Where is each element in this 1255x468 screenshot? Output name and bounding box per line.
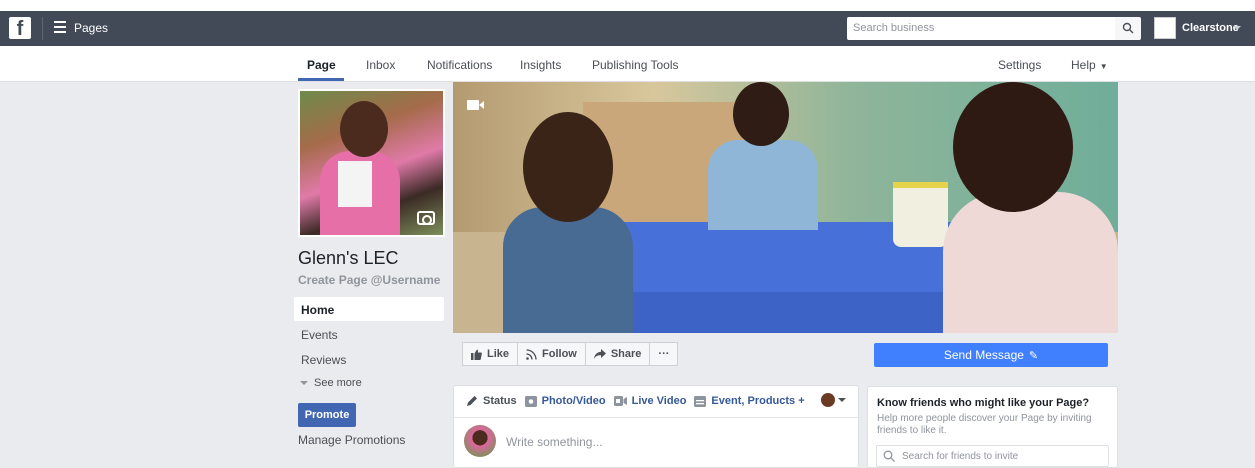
- event-products-label: Event, Products +: [711, 395, 805, 407]
- help-label: Help: [1071, 58, 1096, 72]
- divider: [42, 17, 43, 40]
- avatar: [464, 425, 496, 457]
- tab-publishing-tools[interactable]: Publishing Tools: [592, 58, 679, 72]
- see-more-link[interactable]: See more: [300, 377, 362, 389]
- pencil-icon: ✎: [1028, 350, 1039, 362]
- chevron-down-icon[interactable]: [1233, 26, 1241, 30]
- more-icon: ···: [658, 348, 670, 360]
- post-composer: Status Photo/Video Live Video Event, Pro…: [453, 385, 859, 468]
- rss-icon: [526, 348, 537, 360]
- search-icon: [1122, 22, 1134, 34]
- composer-tab-photo-video[interactable]: Photo/Video: [524, 395, 606, 407]
- top-frame: [0, 0, 1255, 11]
- pages-menu-link[interactable]: Pages: [74, 21, 108, 35]
- share-arrow-icon: [593, 349, 606, 359]
- search-business-input[interactable]: Search business: [847, 17, 1115, 40]
- sidebar-item-reviews[interactable]: Reviews: [294, 347, 444, 371]
- composer-tab-live-video[interactable]: Live Video: [613, 395, 687, 407]
- page-title[interactable]: Glenn's LEC: [298, 248, 399, 269]
- calendar-icon: [694, 395, 707, 407]
- help-menu[interactable]: Help ▼: [1071, 58, 1108, 72]
- user-avatar[interactable]: [1154, 17, 1176, 39]
- user-name-link[interactable]: Clearstone: [1182, 22, 1239, 34]
- chevron-down-icon: [300, 381, 308, 386]
- top-bar: f Pages Search business Clearstone: [0, 11, 1255, 46]
- follow-button[interactable]: Follow: [517, 342, 586, 366]
- tab-page[interactable]: Page: [307, 58, 336, 72]
- video-camera-icon[interactable]: [467, 100, 484, 110]
- invite-search-input[interactable]: Search for friends to invite: [876, 445, 1109, 467]
- profile-picture[interactable]: [298, 89, 445, 237]
- profile-photo-content: [338, 161, 372, 207]
- invite-search-placeholder: Search for friends to invite: [902, 451, 1019, 462]
- tab-notifications[interactable]: Notifications: [427, 58, 492, 72]
- invite-friends-card: Know friends who might like your Page? H…: [867, 386, 1118, 468]
- composer-tab-status[interactable]: Status: [466, 395, 517, 407]
- photo-icon: [524, 395, 537, 407]
- invite-description: Help more people discover your Page by i…: [877, 413, 1092, 436]
- facebook-logo-icon[interactable]: f: [9, 17, 31, 40]
- divider: [454, 417, 858, 418]
- create-username-link[interactable]: Create Page @Username: [298, 273, 440, 287]
- cover-photo-content: [703, 82, 823, 232]
- chevron-down-icon: ▼: [1099, 62, 1108, 71]
- like-button[interactable]: Like: [462, 342, 519, 366]
- page-action-bar: Like Follow Share ···: [462, 342, 679, 366]
- invite-title: Know friends who might like your Page?: [877, 397, 1090, 409]
- cover-photo[interactable]: [453, 82, 1118, 333]
- search-button[interactable]: [1115, 17, 1141, 40]
- pencil-icon: [466, 395, 478, 407]
- share-label: Share: [610, 348, 642, 360]
- tab-insights[interactable]: Insights: [520, 58, 561, 72]
- active-tab-indicator: [298, 78, 344, 81]
- page-nav: Page Inbox Notifications Insights Publis…: [0, 46, 1255, 82]
- photo-video-label: Photo/Video: [541, 395, 606, 407]
- page-avatar-selector[interactable]: [821, 393, 835, 407]
- hamburger-menu-icon[interactable]: [54, 21, 66, 35]
- sidebar-item-home[interactable]: Home: [294, 297, 444, 321]
- composer-tab-event-products[interactable]: Event, Products +: [694, 395, 805, 407]
- more-options-button[interactable]: ···: [649, 342, 679, 366]
- follow-label: Follow: [542, 348, 577, 360]
- manage-promotions-link[interactable]: Manage Promotions: [298, 433, 405, 447]
- send-message-button[interactable]: Send Message ✎: [874, 343, 1108, 367]
- chevron-down-icon[interactable]: [838, 398, 846, 402]
- live-video-label: Live Video: [631, 395, 687, 407]
- send-message-label: Send Message: [943, 348, 1024, 362]
- search-icon: [883, 450, 895, 462]
- like-label: Like: [487, 348, 510, 360]
- promote-button[interactable]: Promote: [298, 403, 356, 427]
- share-button[interactable]: Share: [584, 342, 651, 366]
- sidebar-item-events[interactable]: Events: [294, 322, 444, 346]
- settings-link[interactable]: Settings: [998, 58, 1041, 72]
- profile-photo-content: [340, 101, 388, 157]
- camera-icon[interactable]: [417, 211, 435, 225]
- video-camera-icon: [613, 396, 627, 406]
- status-label: Status: [483, 395, 517, 407]
- see-more-label: See more: [314, 377, 362, 389]
- cover-photo-content: [933, 82, 1118, 333]
- write-something-input[interactable]: Write something...: [506, 435, 602, 449]
- tab-inbox[interactable]: Inbox: [366, 58, 395, 72]
- cover-photo-content: [503, 112, 633, 333]
- thumbs-up-icon: [471, 349, 482, 360]
